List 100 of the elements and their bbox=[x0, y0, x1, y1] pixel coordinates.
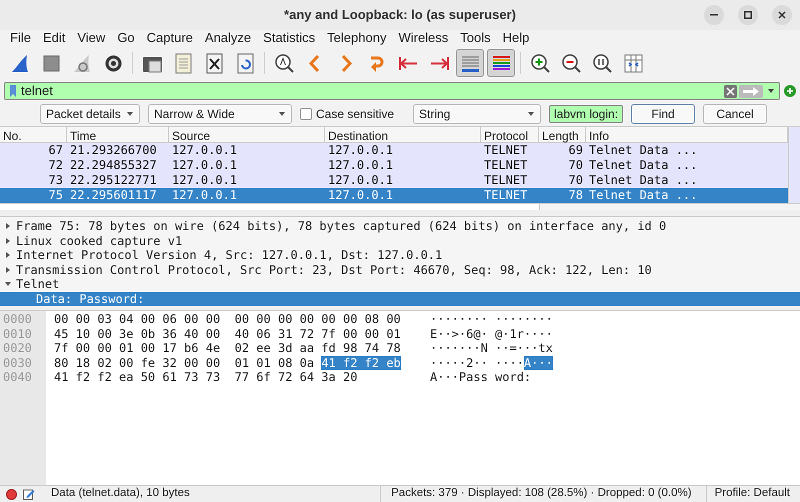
menu-item[interactable]: Tools bbox=[454, 28, 497, 48]
menu-item[interactable]: View bbox=[71, 28, 112, 48]
table-cell-text: 127.0.0.1 bbox=[327, 158, 394, 173]
hex-bytes: 41 f2 f2 eb bbox=[321, 356, 401, 370]
dropdown-icon[interactable] bbox=[527, 111, 535, 117]
horizontal-scrollbar[interactable] bbox=[0, 203, 800, 210]
packet-row[interactable]: 72 22.294855327 127.0.0.1 127.0.0.1 TELNET 70 Telnet Data ... bbox=[0, 158, 788, 173]
column-header[interactable]: Source bbox=[169, 127, 325, 142]
table-cell-text: 70 bbox=[568, 173, 584, 188]
table-cell-text: 22.295122771 bbox=[69, 173, 158, 188]
column-header[interactable]: Destination bbox=[325, 127, 481, 142]
bookmark-icon[interactable] bbox=[8, 84, 18, 98]
packet-counts: Packets: 379 · Displayed: 108 (28.5%) · Dropped: 0 (0.0%) bbox=[380, 485, 700, 502]
table-cell-text: 127.0.0.1 bbox=[327, 143, 394, 158]
table-cell-text: 127.0.0.1 bbox=[327, 188, 394, 203]
tree-item[interactable]: Frame 75: 78 bytes on wire (624 bits), 78 bytes captured (624 bits) on interface any, id 0 bbox=[16, 219, 666, 234]
menu-item[interactable]: File bbox=[4, 28, 37, 48]
menu-item[interactable]: Telephony bbox=[321, 28, 392, 48]
table-cell-text: Telnet Data ... bbox=[588, 158, 698, 173]
expanded-arrow-icon[interactable] bbox=[4, 280, 12, 288]
search-in-dropdown[interactable]: Packet details bbox=[40, 104, 140, 124]
collapsed-arrow-icon[interactable] bbox=[4, 236, 12, 245]
checkbox[interactable] bbox=[300, 108, 312, 120]
table-cell-text: 127.0.0.1 bbox=[171, 143, 238, 158]
packet-row[interactable]: 75 22.295601117 127.0.0.1 127.0.0.1 TELNET 78 Telnet Data ... bbox=[0, 188, 788, 203]
cancel-button[interactable]: Cancel bbox=[703, 104, 768, 124]
tree-item[interactable]: Transmission Control Protocol, Src Port: 23, Dst Port: 46670, Seq: 98, Ack: 122, Len: 10 bbox=[16, 262, 652, 277]
packet-row[interactable]: 73 22.295122771 127.0.0.1 127.0.0.1 TELNET 70 Telnet Data ... bbox=[0, 173, 788, 188]
hex-bytes: 00 00 03 04 00 06 00 00 00 00 00 00 00 00 08 00 bbox=[54, 312, 401, 326]
hex-bytes: 41 f2 f2 ea 50 61 73 73 77 6f 72 64 3a 20 bbox=[54, 370, 358, 384]
menu-item[interactable]: Help bbox=[496, 28, 536, 48]
vertical-scrollbar[interactable] bbox=[788, 127, 800, 203]
collapsed-arrow-icon[interactable] bbox=[4, 222, 12, 230]
menu-item[interactable]: Statistics bbox=[257, 28, 322, 48]
find-button[interactable]: Find bbox=[631, 104, 696, 124]
expert-info-icon[interactable] bbox=[6, 488, 17, 500]
packet-row[interactable]: 67 21.293266700 127.0.0.1 127.0.0.1 TELNET 69 Telnet Data ... bbox=[0, 143, 788, 158]
table-cell-text: 70 bbox=[568, 158, 584, 173]
ascii-text: E··>·6@· @·1r···· bbox=[430, 326, 553, 341]
collapsed-arrow-icon[interactable] bbox=[4, 266, 12, 274]
checkbox-label[interactable]: Case sensitive bbox=[316, 105, 394, 123]
menu-item[interactable]: Edit bbox=[36, 28, 72, 48]
profile-label[interactable]: Profile: Default bbox=[706, 485, 794, 502]
tree-item[interactable]: Data: Password: bbox=[0, 292, 800, 306]
dropdown-icon[interactable] bbox=[766, 87, 776, 95]
column-header[interactable]: Protocol bbox=[481, 127, 539, 142]
filter-field[interactable]: telnet bbox=[4, 82, 780, 100]
table-cell-text: 127.0.0.1 bbox=[171, 173, 238, 188]
table-cell-text: TELNET bbox=[483, 143, 528, 158]
table-cell-text: 22.295601117 bbox=[69, 188, 158, 203]
table-cell-text: 73 bbox=[48, 173, 64, 188]
table-cell-text: TELNET bbox=[483, 173, 528, 188]
add-icon[interactable] bbox=[784, 85, 796, 97]
edit-icon[interactable] bbox=[23, 488, 35, 500]
ascii-text: A··· bbox=[524, 356, 553, 370]
autoscroll-icon[interactable] bbox=[456, 49, 484, 77]
dropdown-icon[interactable] bbox=[278, 111, 286, 117]
close-icon[interactable] bbox=[772, 5, 792, 25]
table-cell-text: TELNET bbox=[483, 188, 528, 203]
maximize-icon[interactable] bbox=[738, 5, 758, 25]
charset-dropdown[interactable]: Narrow & Wide bbox=[148, 104, 292, 124]
table-cell-text: 127.0.0.1 bbox=[171, 158, 238, 173]
menu-item[interactable]: Analyze bbox=[198, 28, 258, 48]
offset-label: 0040 bbox=[3, 370, 33, 384]
ascii-text: ········ ········ bbox=[430, 312, 553, 326]
collapsed-arrow-icon[interactable] bbox=[4, 251, 12, 260]
ascii-text: ·····2·· ···· bbox=[430, 356, 524, 370]
tree-item[interactable]: Linux cooked capture v1 bbox=[16, 234, 182, 248]
hex-bytes: 45 10 00 3e 0b 36 40 00 40 06 31 72 7f 00 00 01 bbox=[54, 326, 401, 341]
filter-text: telnet bbox=[21, 82, 54, 100]
table-cell-text: 75 bbox=[48, 188, 64, 203]
table-cell-text: 127.0.0.1 bbox=[327, 173, 394, 188]
tree-item[interactable]: Internet Protocol Version 4, Src: 127.0.0.1, Dst: 127.0.0.1 bbox=[16, 248, 442, 262]
hex-bytes: 80 18 02 00 fe 32 00 00 01 01 08 0a bbox=[54, 356, 316, 370]
tree-item[interactable]: Telnet bbox=[16, 277, 60, 292]
offset-label: 0000 bbox=[3, 312, 33, 326]
table-cell-text: 72 bbox=[48, 158, 64, 173]
table-cell-text: 78 bbox=[568, 188, 584, 203]
type-dropdown[interactable]: String bbox=[413, 104, 541, 124]
status-text: Data (telnet.data), 10 bytes bbox=[51, 486, 191, 502]
search-field[interactable]: labvm login: bbox=[549, 105, 624, 123]
minimize-icon[interactable] bbox=[704, 5, 724, 25]
table-cell-text: Telnet Data ... bbox=[588, 188, 698, 203]
offset-label: 0020 bbox=[3, 341, 33, 356]
ascii-text: A···Pass word: bbox=[430, 370, 532, 384]
column-header[interactable]: Length bbox=[539, 127, 586, 142]
ascii-text: ·······N ··=···tx bbox=[430, 341, 553, 356]
clear-icon[interactable] bbox=[724, 84, 737, 98]
colorize-icon[interactable] bbox=[487, 49, 515, 77]
menu-item[interactable]: Capture bbox=[140, 28, 199, 48]
column-header[interactable]: Time bbox=[67, 127, 169, 142]
dropdown-icon[interactable] bbox=[126, 111, 134, 117]
offset-label: 0030 bbox=[3, 356, 33, 370]
column-header[interactable]: No. bbox=[0, 127, 67, 142]
menu-item[interactable]: Go bbox=[111, 28, 141, 48]
table-cell-text: 69 bbox=[568, 143, 584, 158]
hex-bytes: 7f 00 00 01 00 17 b6 4e 02 ee 3d aa fd 98 74 78 bbox=[54, 341, 401, 356]
table-cell-text: Telnet Data ... bbox=[588, 173, 698, 188]
menu-item[interactable]: Wireless bbox=[392, 28, 454, 48]
window-title: *any and Loopback: lo (as superuser) bbox=[284, 6, 516, 24]
